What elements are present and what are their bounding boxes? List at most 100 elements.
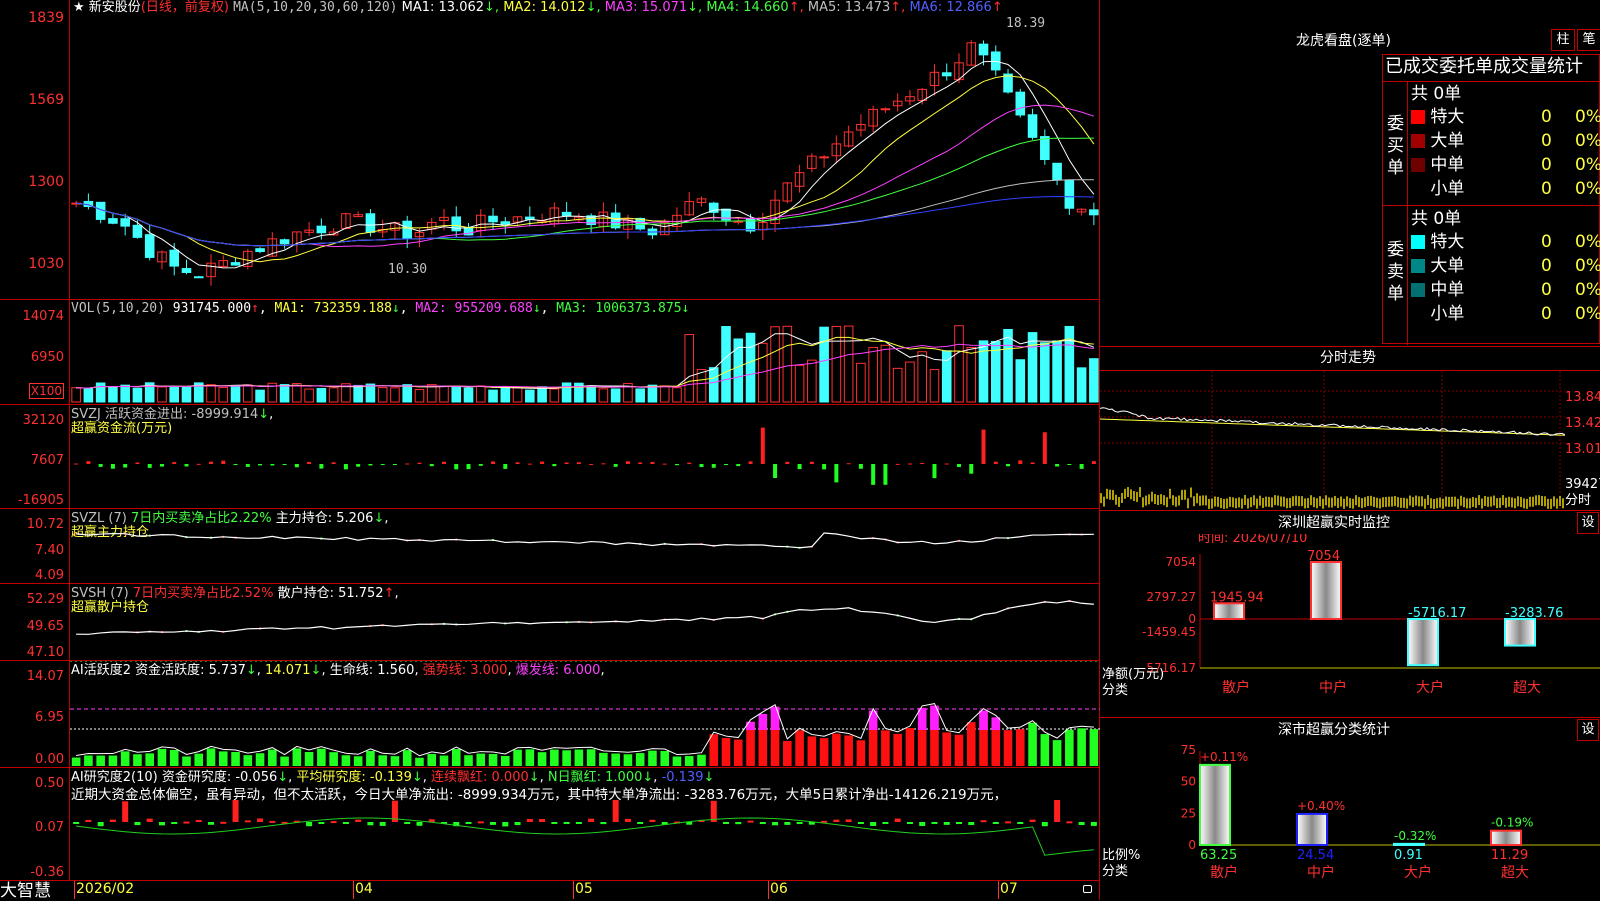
- lock-icon[interactable]: [1083, 885, 1092, 893]
- monitor-axis-label: 2797.27: [1146, 590, 1196, 604]
- bar-mode-button[interactable]: 柱: [1551, 29, 1575, 51]
- ma-params: MA(5,10,20,30,60,120): [233, 0, 398, 15]
- research-bar: [870, 822, 877, 826]
- tick-mode-button[interactable]: 笔: [1577, 29, 1600, 51]
- ratio-chart[interactable]: 75 50 25 0 时间: 2026/07/10 比例%分类 +0.11% 63.25散户 +…: [1100, 741, 1600, 900]
- intraday-volume: [1514, 498, 1516, 509]
- flow-bar: [1018, 460, 1023, 464]
- research-bar: [612, 800, 619, 822]
- activity-bar: [390, 756, 400, 766]
- order-stats-header: 已成交委托单成交量统计: [1385, 56, 1583, 77]
- class-stat-settings-button[interactable]: 设: [1577, 719, 1599, 741]
- flow-bar: [1091, 461, 1096, 464]
- intraday-volume: [1532, 496, 1534, 507]
- stock-name[interactable]: 新安股份: [89, 0, 141, 15]
- research-bar: [796, 822, 803, 824]
- intraday-volume: [1385, 496, 1387, 507]
- price-axis-label: 1569: [28, 92, 64, 108]
- svzl-axis-top: 10.72: [26, 517, 64, 532]
- net-amount-chart[interactable]: 7054 2797.27 0-1459.45 -5716.17 时间: 2026/07/…: [1100, 534, 1600, 714]
- ma-6-value: MA6: 12.866: [909, 0, 992, 15]
- volume-bar: [1052, 340, 1062, 403]
- date-label: 2026/02: [76, 881, 135, 897]
- activity-chart[interactable]: [70, 661, 1100, 767]
- research-bar: [318, 822, 325, 824]
- flow-bar: [736, 464, 741, 467]
- ratio-bar-超大: [1490, 829, 1522, 846]
- flow-bar: [245, 464, 250, 467]
- flow-bar: [209, 461, 214, 464]
- intraday-chart[interactable]: [1100, 371, 1565, 509]
- flow-bar: [601, 463, 606, 465]
- activity-bar: [439, 755, 449, 766]
- ratio-ylabel: 比例%: [1102, 848, 1140, 863]
- intraday-volume: [1493, 495, 1495, 506]
- flow-bar: [417, 462, 422, 464]
- category-label: 散户: [1222, 679, 1250, 696]
- research-bar: [195, 819, 202, 822]
- intraday-volume: [1133, 490, 1135, 501]
- flow-bar: [466, 464, 471, 470]
- main-holding-chart[interactable]: [70, 509, 1100, 583]
- intraday-volume: [1205, 495, 1207, 506]
- candle: [169, 249, 180, 267]
- volume-bar: [905, 361, 915, 403]
- intraday-volume: [1508, 496, 1510, 507]
- ma-line-10: [76, 75, 1095, 263]
- flow-bar: [858, 464, 863, 469]
- intraday-volume: [1376, 497, 1378, 508]
- vol-header: VOL(5,10,20) 931745.000↑, MA1: 732359.18…: [71, 301, 690, 316]
- research-bar: [220, 821, 227, 824]
- intraday-volume: [1403, 497, 1405, 508]
- chart-mode: (日线，前复权): [140, 0, 229, 15]
- flow-bar: [233, 464, 238, 465]
- volume-bar: [794, 364, 805, 403]
- volume-bar: [561, 382, 572, 403]
- flow-bar: [552, 464, 557, 467]
- intraday-volume: [1187, 498, 1189, 509]
- intraday-volume: [1538, 495, 1540, 506]
- ma-5-value: MA5: 13.473: [807, 0, 891, 15]
- activity-bar: [231, 752, 240, 766]
- intraday-volume: [1547, 498, 1549, 509]
- volume-bar: [672, 387, 682, 403]
- intraday-volume: [1226, 498, 1228, 509]
- activity-bar: [721, 738, 731, 766]
- flow-bar: [1055, 464, 1060, 467]
- sell-orders-label: 委卖单: [1387, 240, 1404, 304]
- research-bar: [735, 822, 742, 825]
- star-icon[interactable]: ★: [73, 0, 85, 15]
- intraday-volume: [1409, 495, 1411, 506]
- activity-bar: [353, 756, 363, 766]
- flow-bar: [883, 464, 888, 485]
- intraday-volume: [1220, 498, 1222, 509]
- activity-bar: [550, 749, 559, 766]
- intraday-volume: [1433, 498, 1435, 509]
- volume-chart[interactable]: [70, 318, 1100, 404]
- capital-flow-chart[interactable]: [70, 405, 1100, 508]
- intraday-volume: [1331, 497, 1333, 508]
- research-bar: [575, 822, 582, 824]
- chart-area[interactable]: ★ 新安股份(日线，前复权) MA(5,10,20,30,60,120) MA1…: [0, 0, 1100, 900]
- research-chart[interactable]: [70, 800, 1100, 880]
- volume-bar: [708, 367, 719, 403]
- retail-holding-chart[interactable]: [70, 584, 1100, 660]
- ratio-bar-大户: [1393, 842, 1425, 847]
- category-label: 大户: [1416, 679, 1444, 696]
- volume-bar: [770, 326, 780, 403]
- activity-bar: [145, 753, 154, 766]
- flow-bar: [270, 464, 275, 466]
- price-axis-label: 1030: [28, 256, 64, 272]
- intraday-volume: [1517, 496, 1519, 507]
- monitor-settings-button[interactable]: 设: [1577, 512, 1599, 534]
- intraday-volume: [1472, 496, 1474, 507]
- flow-bar: [711, 464, 716, 468]
- candlestick-chart[interactable]: [70, 14, 1100, 298]
- activity-bar: [1028, 722, 1037, 766]
- flow-bar: [907, 463, 912, 465]
- order-row: 特大 0 0%: [1411, 107, 1600, 127]
- flow-bar: [123, 464, 128, 468]
- volume-bar: [868, 346, 878, 403]
- candle: [941, 72, 952, 77]
- buy-total: 共 0单: [1411, 84, 1462, 104]
